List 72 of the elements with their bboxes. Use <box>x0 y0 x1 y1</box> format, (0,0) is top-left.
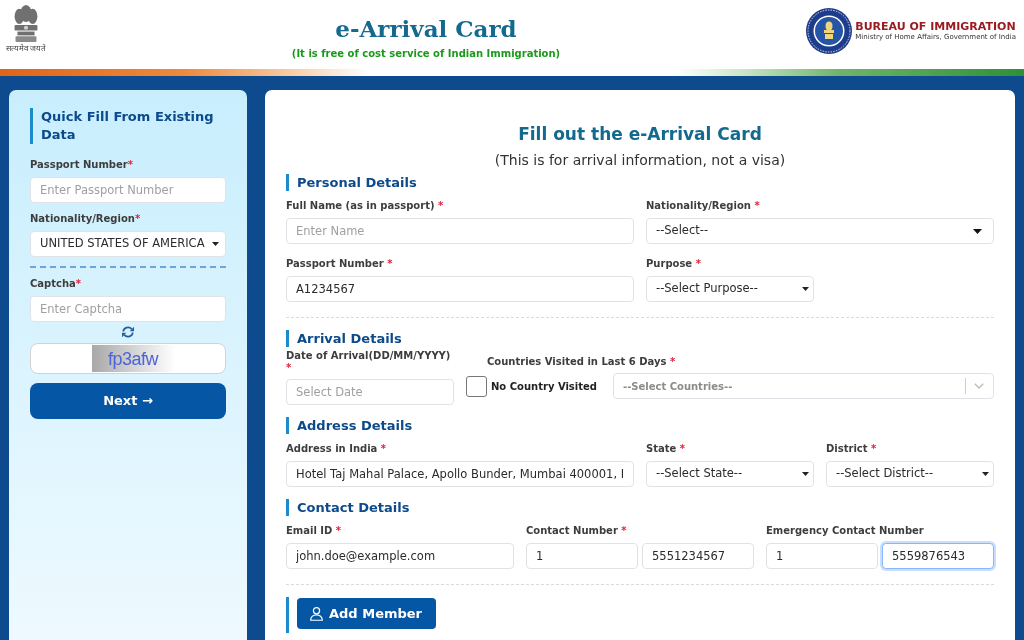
text-field[interactable]: Hotel Taj Mahal Palace, Apollo Bunder, Mumbai 400001, I <box>286 461 634 487</box>
caret-icon <box>802 287 809 291</box>
select-field[interactable]: --Select Purpose-- <box>646 276 814 302</box>
required-mark: * <box>286 362 292 373</box>
country-code-field[interactable]: 1 <box>526 543 638 569</box>
page-subtitle: (It is free of cost service of Indian Immigration) <box>290 47 562 60</box>
countries-select[interactable]: --Select Countries-- <box>613 373 994 399</box>
field-label: Address in India <box>286 443 378 454</box>
field-label: Full Name (as in passport) <box>286 200 435 211</box>
accent-bar <box>286 597 289 633</box>
required-mark: * <box>438 200 444 211</box>
field-label: Contact Number <box>526 525 618 536</box>
date-field[interactable]: Select Date <box>286 379 454 405</box>
checkbox-label: No Country Visited <box>491 379 597 394</box>
field-label: Captcha <box>30 278 76 289</box>
seal-icon <box>806 8 853 54</box>
field-label: Nationality/Region <box>30 213 135 224</box>
select-field[interactable]: --Select District-- <box>826 461 994 487</box>
caret-icon <box>973 228 982 234</box>
required-mark: * <box>754 200 760 211</box>
user-icon <box>309 606 324 621</box>
field-label: Passport Number <box>286 258 384 269</box>
country-code-field[interactable]: 1 <box>766 543 878 569</box>
select-field[interactable]: --Select-- <box>646 218 994 244</box>
select-field[interactable]: --Select State-- <box>646 461 814 487</box>
field-label: Nationality/Region <box>646 200 751 211</box>
text-field[interactable]: Enter Name <box>286 218 634 244</box>
required-mark: * <box>134 213 141 224</box>
form-subtitle: (This is for arrival information, not a visa) <box>494 152 786 168</box>
required-mark: * <box>127 159 133 170</box>
caret-icon <box>212 242 219 246</box>
required-mark: * <box>380 443 387 454</box>
required-mark: * <box>871 443 877 454</box>
caret-icon <box>982 472 989 476</box>
required-mark: * <box>335 525 342 536</box>
field-label: Purpose <box>646 258 693 269</box>
field-label: District <box>826 443 868 454</box>
required-mark: * <box>75 278 82 289</box>
panel-heading: Quick Fill From Existing Data <box>30 108 226 144</box>
text-field[interactable]: A1234567 <box>286 276 634 302</box>
required-mark: * <box>695 258 701 269</box>
section-heading: Arrival Details <box>286 330 994 347</box>
required-mark: * <box>387 258 393 269</box>
field-label: Emergency Contact Number <box>766 525 924 536</box>
form-title: Fill out the e-Arrival Card <box>517 123 763 145</box>
section-heading: Contact Details <box>286 499 994 516</box>
field-label: Countries Visited in Last 6 Days <box>487 356 667 367</box>
add-member-button[interactable]: Add Member <box>297 598 437 629</box>
agency-name: BUREAU OF IMMIGRATION <box>855 20 1016 33</box>
caret-icon <box>802 472 809 476</box>
emblem-caption: सत्यमेव जयते <box>5 44 47 54</box>
phone-field[interactable]: 5551234567 <box>642 543 754 569</box>
captcha-text: fp3afw <box>91 345 175 372</box>
text-field[interactable]: Enter Passport Number <box>30 177 226 203</box>
page-title: e-Arrival Card <box>335 14 517 44</box>
checkbox[interactable] <box>466 375 487 397</box>
select-field[interactable]: UNITED STATES OF AMERICA <box>30 231 226 257</box>
field-label: Passport Number <box>30 159 128 170</box>
section-heading: Address Details <box>286 417 994 434</box>
section-heading: Personal Details <box>286 174 994 191</box>
required-mark: * <box>621 525 627 536</box>
refresh-icon[interactable] <box>121 326 135 338</box>
phone-field[interactable]: 5559876543 <box>882 543 994 569</box>
field-label: State <box>646 443 677 454</box>
field-label: Date of Arrival(DD/MM/YYYY) <box>286 350 451 361</box>
captcha-field[interactable]: Enter Captcha <box>30 296 226 322</box>
required-mark: * <box>669 356 676 367</box>
chevron-icon <box>974 383 984 389</box>
next-button[interactable]: Next → <box>30 383 226 419</box>
required-mark: * <box>679 443 685 454</box>
text-field[interactable]: john.doe@example.com <box>286 543 514 569</box>
field-label: Email ID <box>286 525 333 536</box>
